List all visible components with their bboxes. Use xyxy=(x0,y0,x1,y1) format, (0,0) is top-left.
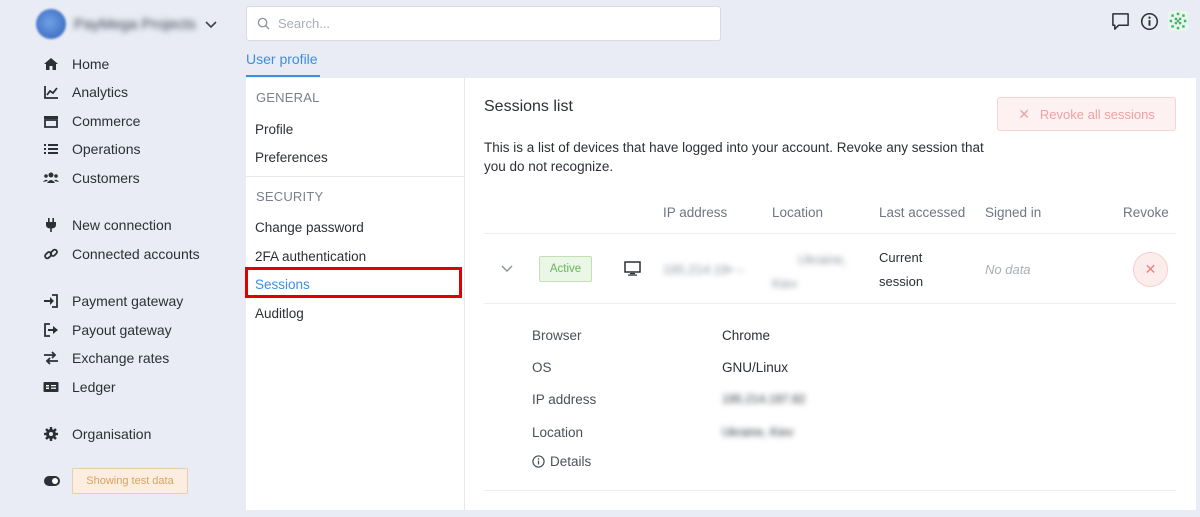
sign-in-icon xyxy=(42,293,60,309)
details-divider xyxy=(484,490,1176,491)
sidebar-item-label: Customers xyxy=(72,170,140,186)
session-signed-in: No data xyxy=(985,262,1031,277)
info-icon xyxy=(532,455,545,468)
avatar[interactable] xyxy=(1168,11,1188,31)
row-divider xyxy=(484,303,1176,304)
test-data-badge: Showing test data xyxy=(72,468,188,494)
info-icon[interactable] xyxy=(1139,11,1159,31)
menu-2fa-authentication[interactable]: 2FA authentication xyxy=(255,249,366,264)
column-header-revoke: Revoke xyxy=(1123,205,1169,220)
plug-icon xyxy=(42,217,60,233)
project-name: PayMega Projects xyxy=(74,15,196,33)
table-header-divider xyxy=(484,233,1176,234)
detail-os-value: GNU/Linux xyxy=(722,360,789,375)
sign-out-icon xyxy=(42,322,60,338)
sidebar-item-ledger[interactable]: Ledger xyxy=(42,376,116,398)
revoke-all-label: Revoke all sessions xyxy=(1039,106,1155,122)
session-last-accessed-line1: Current xyxy=(879,250,923,265)
sidebar-item-operations[interactable]: Operations xyxy=(42,138,140,160)
content-panel: GENERAL Profile Preferences SECURITY Cha… xyxy=(245,78,1196,510)
list-icon xyxy=(42,141,60,157)
sessions-highlight-box xyxy=(245,267,462,298)
revoke-session-button[interactable]: ✕ xyxy=(1133,252,1168,287)
general-heading: GENERAL xyxy=(256,90,320,105)
sidebar-item-label: Payment gateway xyxy=(72,293,184,309)
session-location-line2: Kiev xyxy=(772,276,798,291)
revoke-all-sessions-button[interactable]: ✕ Revoke all sessions xyxy=(997,97,1176,131)
menu-divider xyxy=(246,176,464,177)
monitor-icon xyxy=(624,261,641,276)
column-header-signed-in: Signed in xyxy=(985,205,1042,220)
sidebar-item-organisation[interactable]: Organisation xyxy=(42,423,151,445)
detail-ip-value: 195.214.197.82 xyxy=(722,392,806,406)
chevron-down-icon[interactable] xyxy=(500,261,514,275)
sidebar-item-label: Commerce xyxy=(72,113,141,129)
sidebar-item-analytics[interactable]: Analytics xyxy=(42,81,128,103)
session-ip: 195.214.19• – xyxy=(663,262,744,277)
tab-user-profile[interactable]: User profile xyxy=(246,51,318,67)
chart-line-icon xyxy=(42,84,60,100)
menu-profile[interactable]: Profile xyxy=(255,122,293,137)
chevron-down-icon xyxy=(205,21,217,29)
detail-ip-label: IP address xyxy=(532,392,597,407)
tab-underline xyxy=(246,75,320,77)
close-icon: ✕ xyxy=(1018,105,1030,122)
home-icon xyxy=(42,56,60,72)
page-title: Sessions list xyxy=(484,98,573,115)
sidebar-item-exchange-rates[interactable]: Exchange rates xyxy=(42,347,169,369)
gear-icon xyxy=(42,426,60,442)
sidebar-item-label: Payout gateway xyxy=(72,322,172,338)
session-location-line1: Ukraine, xyxy=(798,252,847,267)
menu-change-password[interactable]: Change password xyxy=(255,220,364,235)
sidebar-item-label: New connection xyxy=(72,217,172,233)
sidebar-item-label: Home xyxy=(72,56,110,72)
project-selector[interactable]: PayMega Projects xyxy=(36,9,218,39)
close-icon: ✕ xyxy=(1144,261,1157,277)
chat-icon[interactable] xyxy=(1110,11,1130,31)
sidebar-item-commerce[interactable]: Commerce xyxy=(42,110,140,132)
sidebar-item-label: Exchange rates xyxy=(72,350,170,366)
detail-location-label: Location xyxy=(532,425,584,440)
status-badge: Active xyxy=(539,256,592,282)
column-header-location: Location xyxy=(772,205,824,220)
search-input[interactable] xyxy=(278,16,678,31)
detail-browser-label: Browser xyxy=(532,328,582,343)
search-bar[interactable] xyxy=(246,6,721,41)
column-header-ip: IP address xyxy=(663,205,728,220)
test-data-toggle[interactable] xyxy=(44,476,60,486)
sidebar-item-label: Analytics xyxy=(72,84,129,100)
sidebar-item-label: Organisation xyxy=(72,426,152,442)
sidebar-item-label: Connected accounts xyxy=(72,246,200,262)
store-icon xyxy=(42,113,60,129)
detail-location-value: Ukraine, Kiev xyxy=(722,425,794,439)
header-actions xyxy=(1110,11,1188,31)
users-icon xyxy=(42,170,60,186)
sidebar-item-payout-gateway[interactable]: Payout gateway xyxy=(42,319,172,341)
session-last-accessed-line2: session xyxy=(879,274,924,289)
settings-menu: GENERAL Profile Preferences SECURITY Cha… xyxy=(245,78,465,510)
menu-preferences[interactable]: Preferences xyxy=(255,150,328,165)
link-icon xyxy=(42,246,60,262)
detail-browser-value: Chrome xyxy=(722,328,771,343)
details-link-label: Details xyxy=(550,454,592,469)
sidebar-item-connected-accounts[interactable]: Connected accounts xyxy=(42,243,200,265)
detail-os-label: OS xyxy=(532,360,552,375)
sessions-description: This is a list of devices that have logg… xyxy=(484,140,984,174)
search-icon xyxy=(257,17,270,30)
project-logo xyxy=(36,9,66,39)
details-link[interactable]: Details xyxy=(532,454,591,469)
menu-auditlog[interactable]: Auditlog xyxy=(255,306,304,321)
sidebar-item-payment-gateway[interactable]: Payment gateway xyxy=(42,290,183,312)
sidebar-item-home[interactable]: Home xyxy=(42,53,109,75)
sidebar-item-label: Ledger xyxy=(72,379,116,395)
sidebar-item-new-connection[interactable]: New connection xyxy=(42,214,172,236)
security-heading: SECURITY xyxy=(256,189,324,204)
exchange-icon xyxy=(42,350,60,366)
sidebar-item-label: Operations xyxy=(72,141,141,157)
sidebar-item-customers[interactable]: Customers xyxy=(42,167,140,189)
column-header-last-accessed: Last accessed xyxy=(879,205,966,220)
money-check-icon xyxy=(42,379,60,395)
